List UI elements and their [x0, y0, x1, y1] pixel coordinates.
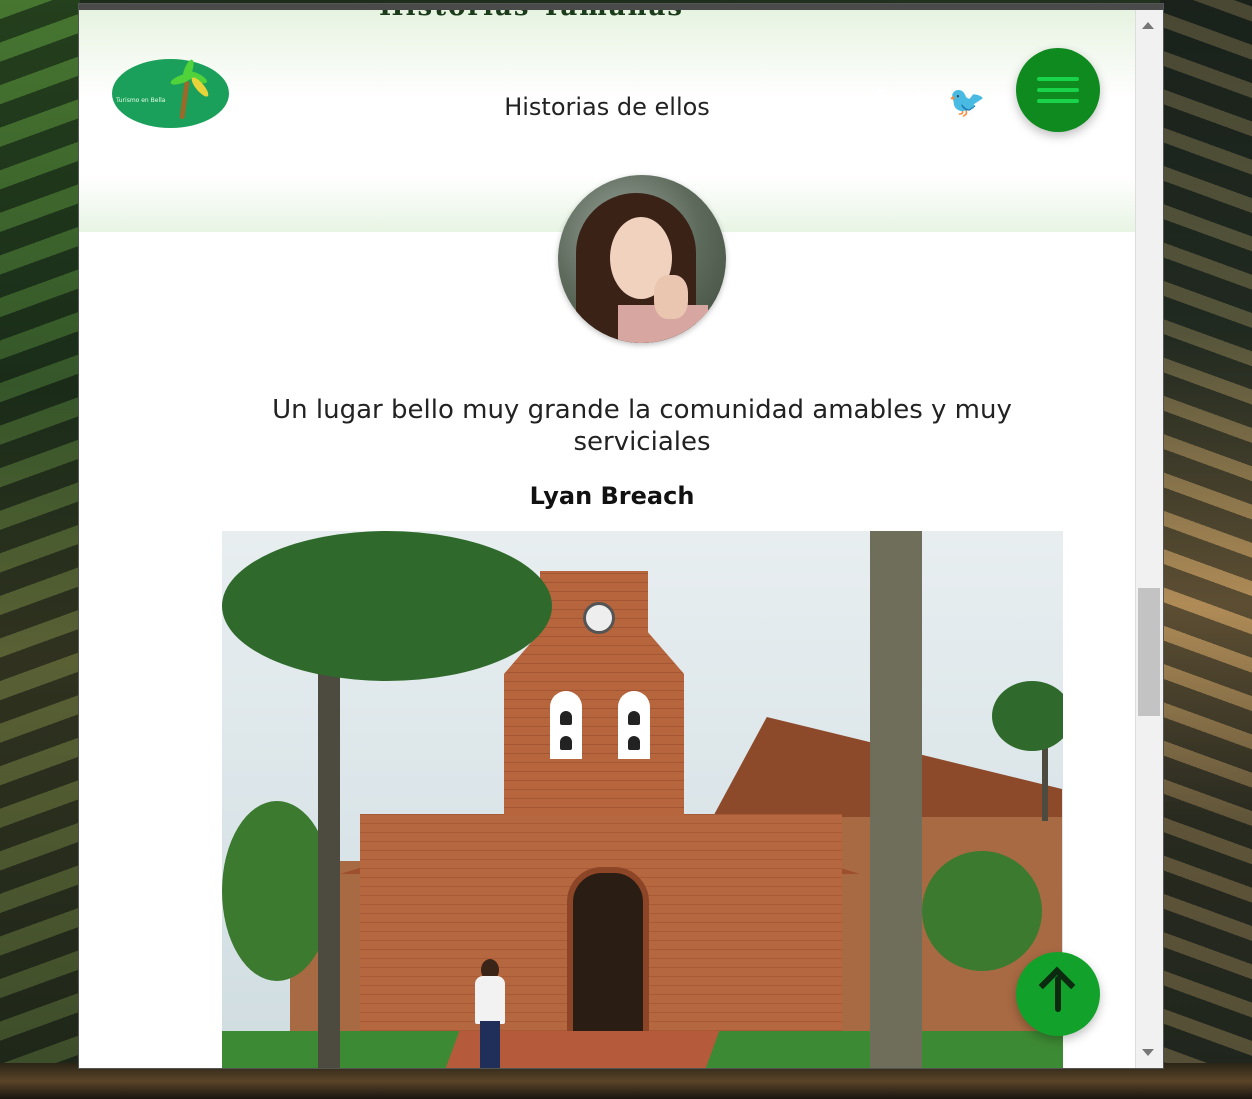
- arrow-up-icon-stem: [1055, 976, 1061, 1012]
- background-left-foliage: [0, 0, 80, 1099]
- hamburger-icon-line: [1037, 88, 1079, 92]
- photo-palm-trunk: [870, 531, 922, 1068]
- photo-bell: [628, 736, 640, 750]
- photo-bush: [222, 801, 332, 981]
- photo-door: [567, 867, 649, 1049]
- photo-person-legs: [480, 1021, 500, 1068]
- scroll-down-icon[interactable]: [1142, 1049, 1154, 1056]
- scroll-up-icon[interactable]: [1142, 22, 1154, 29]
- browser-window: Historias Tamanas Turismo en Bella Histo…: [79, 4, 1163, 1068]
- photo-palm-fronds: [222, 531, 552, 681]
- facebook-icon[interactable]: f: [864, 84, 894, 120]
- background-bottom: [0, 1063, 1252, 1099]
- page-viewport: Historias Tamanas Turismo en Bella Histo…: [79, 10, 1135, 1068]
- photo-palm-fronds: [992, 681, 1063, 751]
- background-right-rocks: [1160, 0, 1252, 1099]
- hamburger-icon-line: [1037, 99, 1079, 103]
- testimonial-avatar: [558, 175, 726, 343]
- menu-button[interactable]: [1016, 48, 1100, 132]
- testimonial-quote: Un lugar bello muy grande la comunidad a…: [272, 395, 1012, 457]
- social-links: f ◎ 🐦: [864, 84, 985, 124]
- photo-clock: [583, 602, 615, 634]
- photo-bell: [628, 711, 640, 725]
- photo-bell: [560, 711, 572, 725]
- back-to-top-button[interactable]: [1016, 952, 1100, 1036]
- scrollbar-thumb[interactable]: [1138, 588, 1160, 716]
- hamburger-icon: [1037, 77, 1079, 81]
- vertical-scrollbar[interactable]: [1135, 10, 1163, 1068]
- photo-bell: [560, 736, 572, 750]
- church-photo: [222, 531, 1063, 1068]
- photo-bush: [922, 851, 1042, 971]
- twitter-icon[interactable]: 🐦: [948, 84, 985, 120]
- testimonial-author: Lyan Breach: [529, 482, 695, 510]
- photo-palm-trunk: [318, 611, 340, 1068]
- photo-person-body: [475, 976, 505, 1024]
- instagram-icon[interactable]: ◎: [908, 84, 938, 120]
- cut-heading-text: Historias Tamanas: [379, 10, 919, 18]
- avatar-hand: [654, 275, 688, 319]
